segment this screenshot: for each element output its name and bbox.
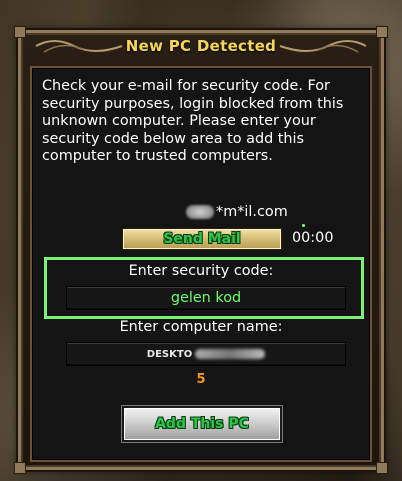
security-code-input[interactable]: gelen kod <box>66 286 346 310</box>
timer-indicator <box>302 224 305 227</box>
masked-email: *m*il.com <box>186 203 326 221</box>
computer-name-label: Enter computer name: <box>119 319 283 335</box>
computer-name-input[interactable]: DESKTO <box>66 342 346 366</box>
ornament-right-icon <box>279 40 367 53</box>
frame-corner-bottom-left <box>14 462 26 474</box>
send-mail-button[interactable]: Send Mail <box>122 228 282 250</box>
title-bar: New PC Detected <box>22 32 380 60</box>
security-message: Check your e-mail for security code. For… <box>42 78 344 165</box>
timer-text: 00:00 <box>292 230 334 246</box>
resend-timer: 00:00 <box>292 224 334 246</box>
security-code-label: Enter security code: <box>128 263 274 279</box>
character-count: 5 <box>196 372 206 387</box>
computer-name-redaction <box>195 349 266 359</box>
email-redaction <box>186 205 214 219</box>
ornament-left-icon <box>35 40 123 53</box>
add-this-pc-button[interactable]: Add This PC <box>122 406 282 442</box>
dialog-title: New PC Detected <box>125 37 277 55</box>
email-text: *m*il.com <box>216 204 288 220</box>
frame-corner-bottom-right <box>376 462 388 474</box>
computer-name-text: DESKTO <box>146 348 193 360</box>
